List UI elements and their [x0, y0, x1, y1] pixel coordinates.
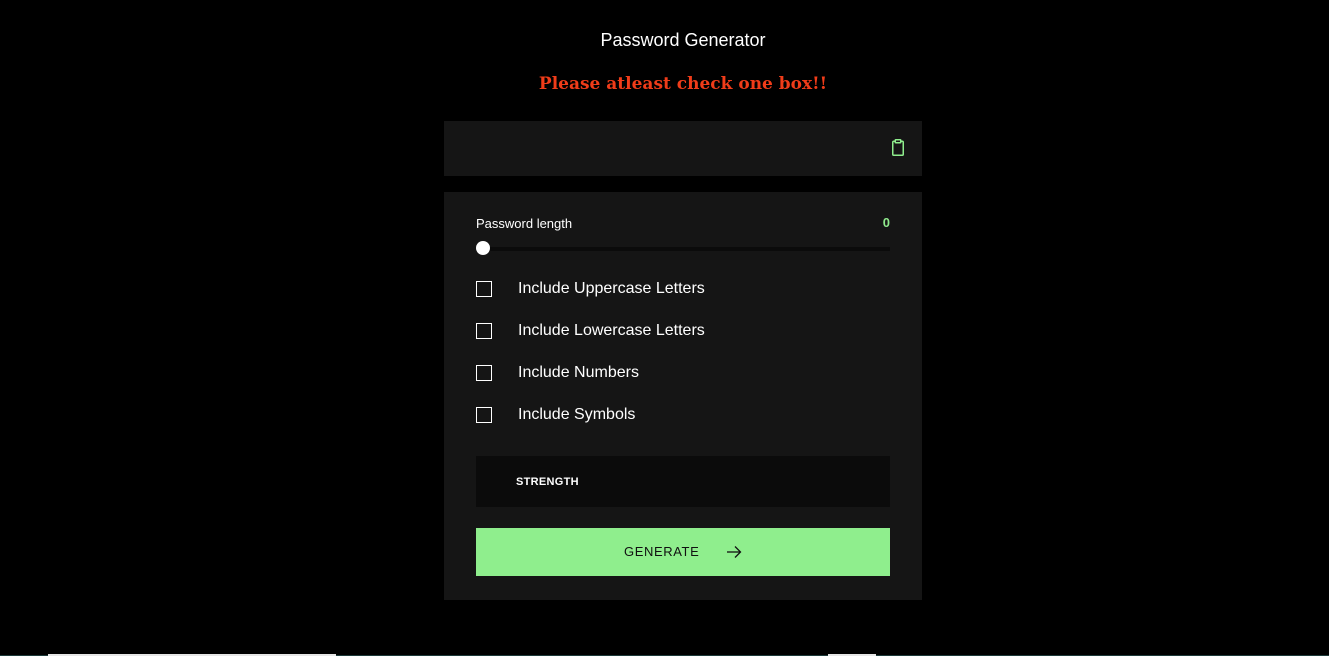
password-output-box: [444, 121, 922, 176]
strength-indicator: STRENGTH: [476, 456, 890, 507]
settings-panel: Password length 0 Include Uppercase Lett…: [444, 192, 922, 600]
option-numbers[interactable]: Include Numbers: [476, 364, 890, 384]
option-symbols[interactable]: Include Symbols: [476, 406, 890, 426]
lowercase-checkbox[interactable]: [476, 323, 492, 339]
lowercase-label: Include Lowercase Letters: [518, 322, 705, 339]
length-slider-track[interactable]: [476, 247, 890, 251]
option-lowercase[interactable]: Include Lowercase Letters: [476, 322, 890, 342]
uppercase-checkbox[interactable]: [476, 281, 492, 297]
strength-label: STRENGTH: [516, 476, 579, 488]
password-generator-page: Password Generator Please atleast check …: [0, 0, 1329, 656]
arrow-right-icon: [727, 546, 742, 558]
generate-label: GENERATE: [624, 544, 700, 559]
password-length-value: 0: [882, 215, 890, 230]
password-length-label: Password length: [476, 216, 573, 231]
option-uppercase[interactable]: Include Uppercase Letters: [476, 280, 890, 300]
error-message: Please atleast check one box!!: [538, 74, 828, 94]
symbols-label: Include Symbols: [518, 406, 636, 423]
uppercase-label: Include Uppercase Letters: [518, 280, 705, 297]
clipboard-icon[interactable]: [892, 139, 904, 156]
generate-button[interactable]: GENERATE: [476, 528, 890, 576]
numbers-label: Include Numbers: [518, 364, 639, 381]
numbers-checkbox[interactable]: [476, 365, 492, 381]
page-title: Password Generator: [600, 30, 766, 50]
symbols-checkbox[interactable]: [476, 407, 492, 423]
length-slider-thumb[interactable]: [476, 241, 490, 255]
